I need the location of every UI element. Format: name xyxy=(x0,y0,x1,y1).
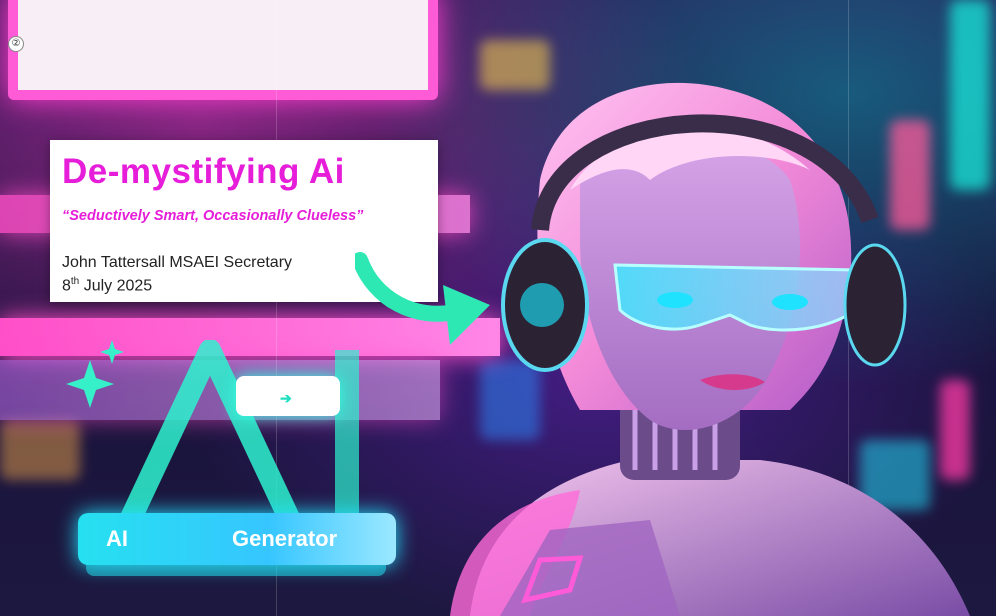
headphone-right xyxy=(843,243,907,367)
ai-letters-graphic xyxy=(66,340,359,525)
slide-subtitle: “Seductively Smart, Occasionally Clueles… xyxy=(62,208,364,224)
slide-title: De-mystifying Ai xyxy=(62,152,345,191)
info-icon[interactable]: ② xyxy=(8,36,24,52)
curved-arrow-icon xyxy=(355,252,490,345)
arrow-right-icon: ➔ xyxy=(280,390,292,406)
sparkle-icon xyxy=(66,340,124,408)
slide-canvas: ② ➔ AI Generator De-mystifying Ai “Seduc… xyxy=(0,0,996,616)
cyborg-woman-illustration xyxy=(450,82,970,616)
ai-generator-button[interactable]: AI Generator xyxy=(78,513,396,565)
slide-author: John Tattersall MSAEI Secretary xyxy=(62,254,293,271)
left-eye xyxy=(657,292,693,308)
slide-date: 8th July 2025 xyxy=(62,276,153,295)
generator-label: Generator xyxy=(232,526,338,551)
neon-sign-panel xyxy=(8,0,438,100)
right-eye xyxy=(772,294,808,310)
ai-label: AI xyxy=(106,526,128,551)
chip-button[interactable]: ➔ xyxy=(236,376,340,416)
letter-i-bar xyxy=(335,350,359,520)
